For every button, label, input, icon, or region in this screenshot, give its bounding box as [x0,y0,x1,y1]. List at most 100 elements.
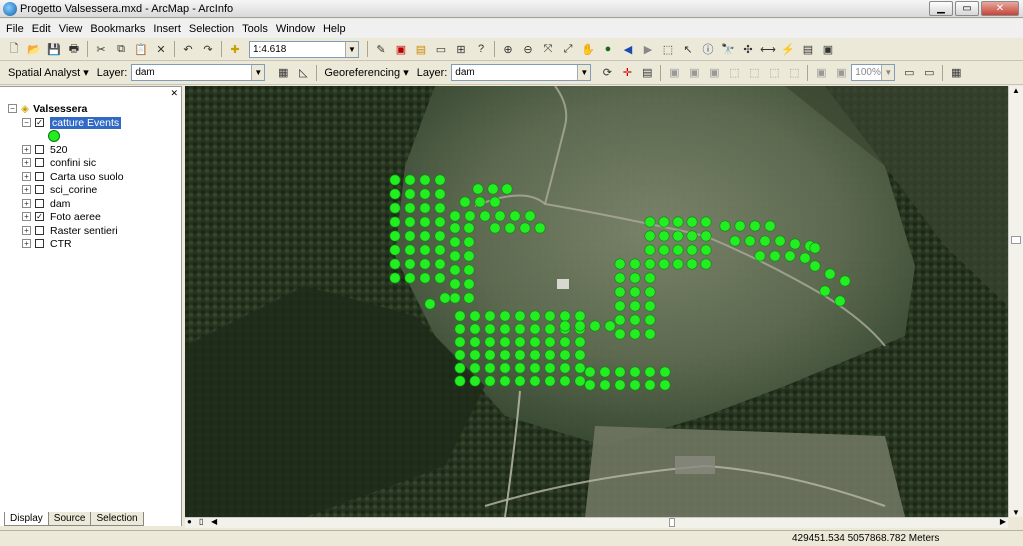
data-view-icon[interactable]: ● [187,517,192,526]
expand-icon[interactable]: + [22,239,31,248]
map-scale-combo[interactable]: 1:4.618 ▼ [249,40,359,58]
layer-checkbox[interactable] [35,172,44,181]
tab-selection[interactable]: Selection [90,512,144,526]
effects-icon-7[interactable]: ⬚ [786,65,802,81]
georef-layer-select[interactable]: dam ▼ [451,64,592,81]
pan-icon[interactable]: ✋ [580,41,596,57]
chevron-down-icon[interactable]: ▼ [881,65,895,80]
tab-source[interactable]: Source [47,512,92,526]
add-control-points-icon[interactable]: ✛ [619,65,635,81]
hyperlink-icon[interactable]: ⚡ [780,41,796,57]
fixed-zoom-out-icon[interactable]: ⤢ [560,41,576,57]
zoom-out-icon[interactable]: ⊖ [520,41,536,57]
chevron-down-icon[interactable]: ▼ [345,41,358,57]
expand-icon[interactable]: + [22,199,31,208]
menu-selection[interactable]: Selection [189,23,234,35]
go-to-xy-icon[interactable]: ✣ [740,41,756,57]
rotate-icon[interactable]: ⟳ [599,65,615,81]
menu-help[interactable]: Help [323,23,346,35]
toc-layer-foto-aeree[interactable]: + ✓ Foto aeree [22,210,101,223]
minimize-button[interactable]: ▁ [929,1,953,16]
menu-file[interactable]: File [6,23,24,35]
zoom-combo[interactable]: 100% ▼ [851,64,896,81]
contour-icon[interactable]: ◺ [295,65,311,81]
close-icon[interactable]: ✕ [170,88,178,99]
redo-icon[interactable]: ↷ [200,41,216,57]
toc-root[interactable]: − ◈ Valsessera [8,102,87,115]
layout-icon-4[interactable]: ▭ [921,65,937,81]
delete-icon[interactable]: ✕ [153,41,169,57]
find-icon[interactable]: 🔭 [720,41,736,57]
horizontal-scrollbar[interactable]: ● ▯ ◀ ▶ [185,517,1008,528]
zoom-in-icon[interactable]: ⊕ [500,41,516,57]
expand-icon[interactable]: + [22,185,31,194]
histogram-icon[interactable]: ▦ [275,65,291,81]
toc-layer-catture-events[interactable]: − ✓ catture Events [22,116,122,129]
toc-layer-520[interactable]: + 520 [22,143,68,156]
new-icon[interactable]: 🗋 [6,41,22,57]
identify-icon[interactable]: ⓘ [700,41,716,57]
expand-icon[interactable]: + [22,226,31,235]
expand-icon[interactable]: + [22,158,31,167]
save-icon[interactable]: 💾 [46,41,62,57]
scroll-thumb-h[interactable] [669,518,675,527]
scroll-left-icon[interactable]: ◀ [211,517,217,526]
menu-insert[interactable]: Insert [153,23,181,35]
tab-display[interactable]: Display [4,512,49,526]
close-button[interactable]: ✕ [981,1,1019,16]
copy-icon[interactable]: ⧉ [113,41,129,57]
toc-layer-sci-corine[interactable]: + sci_corine [22,183,97,196]
scroll-down-icon[interactable]: ▼ [1009,508,1023,517]
html-popup-icon[interactable]: ▤ [800,41,816,57]
scroll-right-icon[interactable]: ▶ [1000,517,1006,526]
map-view[interactable] [185,86,1008,517]
effects-icon-1[interactable]: ▣ [666,65,682,81]
layout-icon-2[interactable]: ▣ [833,65,849,81]
maximize-button[interactable]: ▭ [955,1,979,16]
vertical-scrollbar[interactable]: ▲ ▼ [1008,86,1023,517]
effects-icon-5[interactable]: ⬚ [746,65,762,81]
spatial-layer-select[interactable]: dam ▼ [131,64,266,81]
effects-icon-2[interactable]: ▣ [686,65,702,81]
effects-icon-4[interactable]: ⬚ [726,65,742,81]
menu-tools[interactable]: Tools [242,23,268,35]
chevron-down-icon[interactable]: ▼ [577,65,591,80]
toc-layer-ctr[interactable]: + CTR [22,237,72,250]
effects-icon-6[interactable]: ⬚ [766,65,782,81]
full-extent-icon[interactable]: ● [600,41,616,57]
layout-icon-3[interactable]: ▭ [901,65,917,81]
time-slider-icon[interactable]: ▣ [820,41,836,57]
layer-checkbox[interactable] [35,145,44,154]
layout-icon-5[interactable]: ▦ [948,65,964,81]
forward-icon[interactable]: ▶ [640,41,656,57]
effects-icon-3[interactable]: ▣ [706,65,722,81]
open-icon[interactable]: 📂 [26,41,42,57]
toc-layer-carta-uso-suolo[interactable]: + Carta uso suolo [22,170,124,183]
menu-window[interactable]: Window [276,23,315,35]
layout-icon[interactable]: ▭ [433,41,449,57]
layer-checkbox[interactable] [35,226,44,235]
add-data-icon[interactable]: ✚ [227,41,243,57]
chevron-down-icon[interactable]: ▼ [251,65,265,80]
collapse-icon[interactable]: − [8,104,17,113]
undo-icon[interactable]: ↶ [180,41,196,57]
arccatalog-icon[interactable]: ▤ [413,41,429,57]
link-table-icon[interactable]: ▤ [639,65,655,81]
cut-icon[interactable]: ✂ [93,41,109,57]
menu-bookmarks[interactable]: Bookmarks [90,23,145,35]
print-icon[interactable]: 🖶 [66,41,82,57]
editor-toolbar-icon[interactable]: ✎ [373,41,389,57]
layer-checkbox[interactable] [35,158,44,167]
collapse-icon[interactable]: − [22,118,31,127]
whats-this-icon[interactable]: ? [473,41,489,57]
scroll-thumb[interactable] [1011,236,1021,244]
back-icon[interactable]: ◀ [620,41,636,57]
paste-icon[interactable]: 📋 [133,41,149,57]
expand-icon[interactable]: + [22,172,31,181]
layer-checkbox[interactable] [35,199,44,208]
toc-layer-confini-sic[interactable]: + confini sic [22,156,96,169]
scroll-up-icon[interactable]: ▲ [1009,86,1023,95]
layout-view-icon[interactable]: ▯ [199,517,203,526]
georeferencing-menu[interactable]: Georeferencing ▾ [324,66,408,79]
layer-checkbox[interactable] [35,239,44,248]
